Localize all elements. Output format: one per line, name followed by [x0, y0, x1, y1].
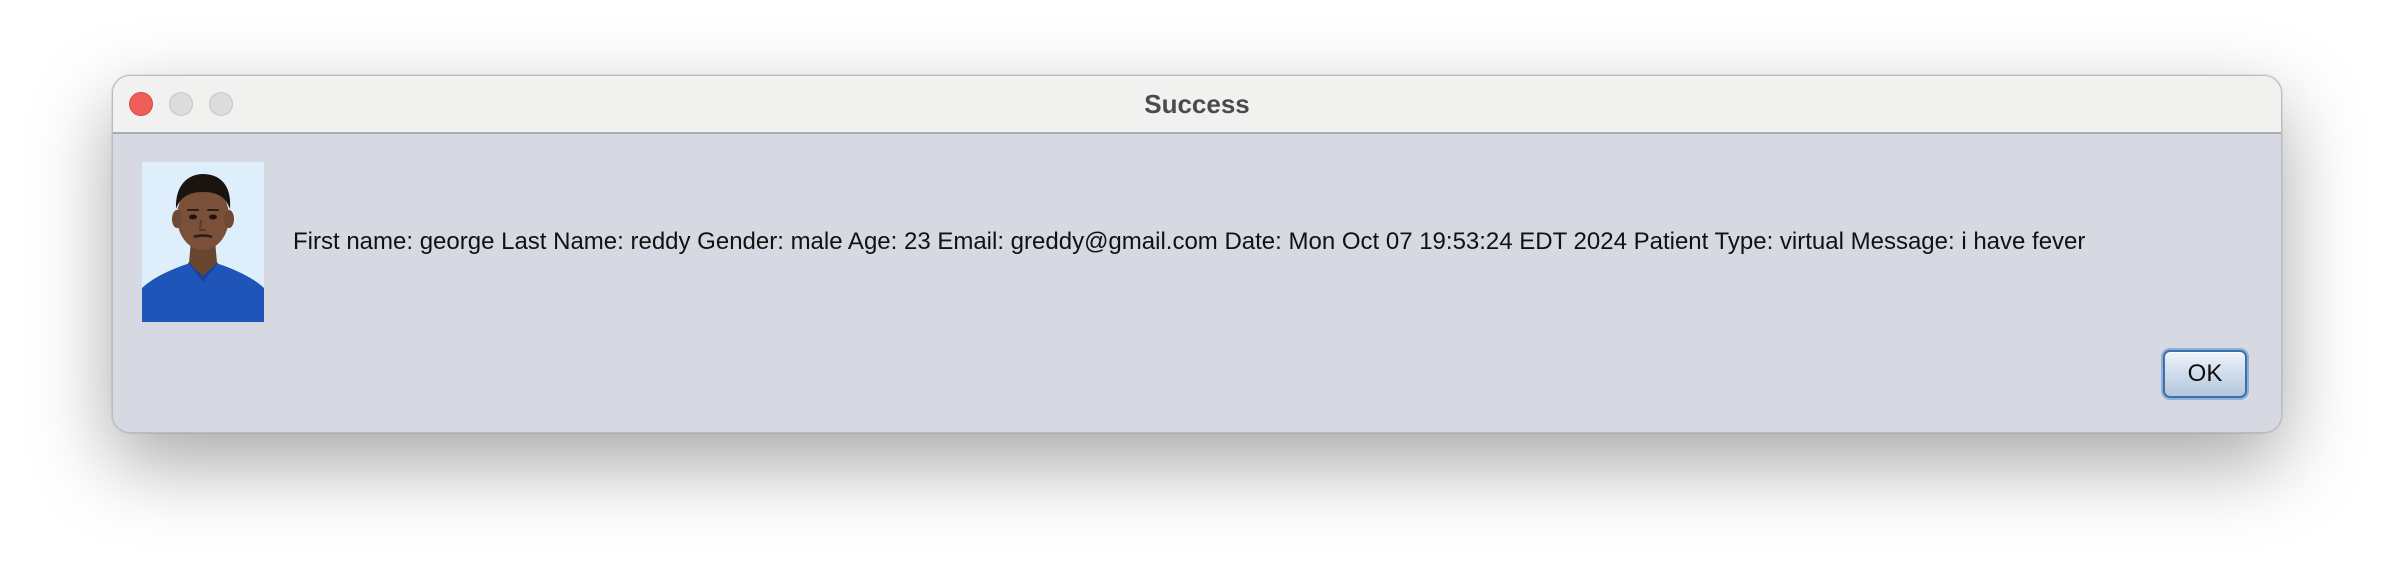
- title-bar[interactable]: Success: [113, 76, 2281, 134]
- patient-photo-icon: [142, 162, 264, 322]
- window-title: Success: [1144, 89, 1250, 119]
- ok-button[interactable]: OK: [2163, 350, 2247, 398]
- patient-photo: [142, 162, 264, 322]
- dialog-content: First name: george Last Name: reddy Gend…: [113, 134, 2281, 432]
- success-dialog: Success First name: george Last Name: re…: [112, 75, 2282, 433]
- patient-details-message: First name: george Last Name: reddy Gend…: [293, 228, 2086, 255]
